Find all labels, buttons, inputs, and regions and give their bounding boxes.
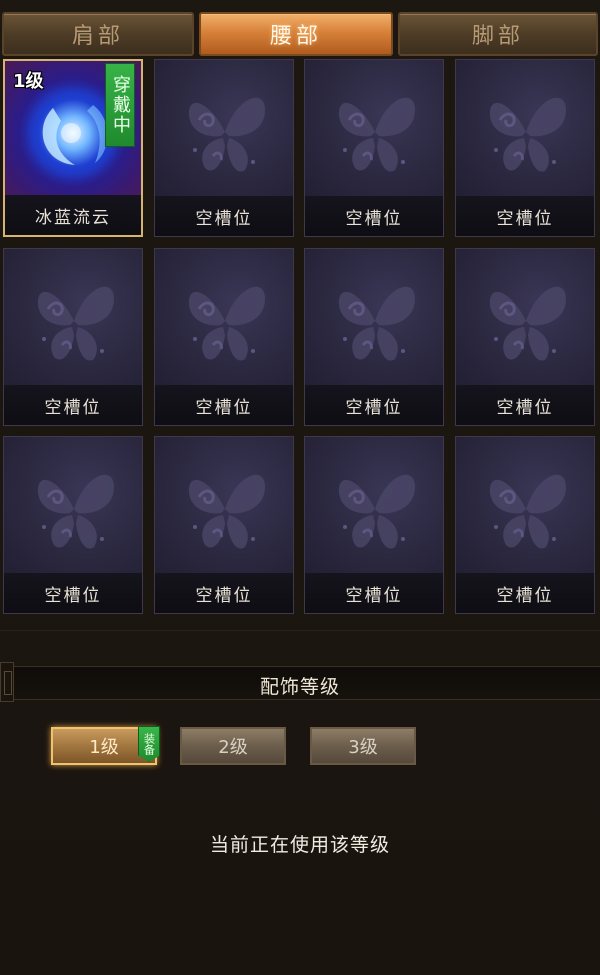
- slot-empty[interactable]: 空槽位: [304, 59, 444, 237]
- slot-label: 空槽位: [4, 573, 142, 613]
- butterfly-icon: [188, 286, 265, 361]
- butterfly-icon: [37, 474, 114, 549]
- tab-waist[interactable]: 腰部: [199, 12, 393, 56]
- level-button-3[interactable]: 3级: [310, 727, 416, 765]
- butterfly-icon: [338, 97, 415, 172]
- slot-label: 空槽位: [456, 385, 594, 425]
- butterfly-icon: [37, 286, 114, 361]
- divider: [0, 630, 600, 631]
- slot-label: 冰蓝流云: [5, 195, 141, 235]
- level-status-text: 当前正在使用该等级: [209, 834, 390, 856]
- butterfly-icon: [188, 474, 265, 549]
- butterfly-icon: [338, 286, 415, 361]
- slot-label: 空槽位: [155, 385, 293, 425]
- tab-foot[interactable]: 脚部: [398, 12, 598, 56]
- section-header: 配饰等级: [0, 662, 600, 702]
- butterfly-icon: [489, 286, 566, 361]
- slot-empty[interactable]: 空槽位: [455, 248, 595, 426]
- slot-label: 空槽位: [456, 196, 594, 236]
- slot-label: 空槽位: [4, 385, 142, 425]
- butterfly-icon: [338, 474, 415, 549]
- section-title: 配饰等级: [259, 676, 340, 698]
- slot-empty[interactable]: 空槽位: [455, 436, 595, 614]
- slot-empty[interactable]: 空槽位: [154, 59, 294, 237]
- slot-empty[interactable]: 空槽位: [3, 436, 143, 614]
- slot-label: 空槽位: [305, 196, 443, 236]
- tab-bar: 肩部 腰部 脚部: [0, 12, 600, 58]
- equipped-status-tag: 穿戴中: [105, 63, 135, 147]
- slot-label: 空槽位: [305, 385, 443, 425]
- slot-empty[interactable]: 空槽位: [455, 59, 595, 237]
- slot-label: 空槽位: [155, 196, 293, 236]
- slot-equipped[interactable]: 1级 穿戴中 冰蓝流云: [3, 59, 143, 237]
- slot-empty[interactable]: 空槽位: [304, 436, 444, 614]
- slot-empty[interactable]: 空槽位: [304, 248, 444, 426]
- slot-label: 空槽位: [155, 573, 293, 613]
- slot-label: 空槽位: [456, 573, 594, 613]
- butterfly-icon: [489, 474, 566, 549]
- slot-label: 空槽位: [305, 573, 443, 613]
- item-level-badge: 1级: [13, 71, 44, 92]
- slot-empty[interactable]: 空槽位: [154, 436, 294, 614]
- accessory-panel: 肩部 腰部 脚部 1级 穿戴中 冰蓝流云 空槽位 空槽位 空槽位 空槽位 空槽位…: [0, 0, 600, 975]
- level-button-2[interactable]: 2级: [180, 727, 286, 765]
- slot-empty[interactable]: 空槽位: [3, 248, 143, 426]
- tab-shoulder[interactable]: 肩部: [2, 12, 194, 56]
- butterfly-icon: [188, 97, 265, 172]
- butterfly-icon: [489, 97, 566, 172]
- slot-empty[interactable]: 空槽位: [154, 248, 294, 426]
- equipped-level-tag: 装备: [138, 726, 160, 762]
